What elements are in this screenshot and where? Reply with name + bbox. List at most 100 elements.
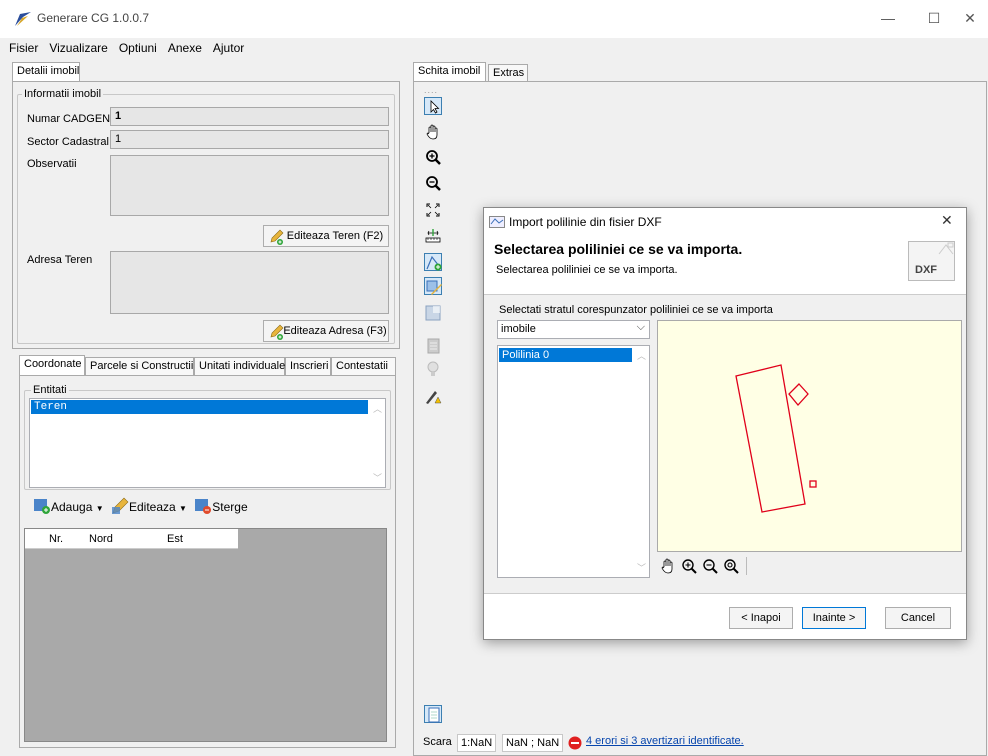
tab-contestatii[interactable]: Contestatii (331, 357, 396, 375)
menu-bar: Fisier Vizualizare Optiuni Anexe Ajutor (0, 38, 988, 60)
menu-optiuni[interactable]: Optiuni (113, 38, 162, 55)
dxf-window-icon (489, 216, 505, 228)
scroll-down-icon[interactable]: ﹀ (373, 471, 382, 484)
edit-adresa-button[interactable]: Editeaza Adresa (F3) (263, 320, 389, 342)
zoom-in-icon[interactable] (680, 557, 698, 575)
zoom-extent-icon[interactable] (424, 201, 442, 219)
entity-toolbar: Adauga ▼ Editeaza ▼ Sterge (33, 497, 248, 517)
pan-hand-icon[interactable] (424, 123, 442, 141)
error-icon (568, 736, 582, 750)
polyline-item[interactable]: Polilinia 0 (499, 348, 632, 362)
informatii-group-title: Informatii imobil (22, 88, 104, 100)
scroll-down-icon[interactable]: ﹀ (637, 561, 646, 574)
layer-select[interactable]: imobile ⌵ (497, 320, 650, 339)
dialog-close-button[interactable]: ✕ (941, 212, 953, 229)
edit-teren-label: Editeaza Teren (F2) (286, 230, 384, 242)
coords-readout: NaN ; NaN (502, 734, 564, 752)
parcel-diamond (788, 383, 809, 406)
polyline-list[interactable]: Polilinia 0 ︿ ﹀ (497, 345, 650, 578)
tab-unitati[interactable]: Unitati individuale (194, 357, 285, 375)
pointer-icon[interactable] (424, 97, 442, 115)
dxf-badge: DXF (908, 241, 955, 281)
zoom-out-icon[interactable] (701, 557, 719, 575)
tab-schita-imobil[interactable]: Schita imobil (413, 62, 486, 82)
dialog-heading: Selectarea poliliniei ce se va importa. (494, 241, 743, 257)
add-icon (34, 499, 50, 514)
cancel-button[interactable]: Cancel (885, 607, 951, 629)
chevron-down-icon: ▼ (95, 504, 104, 513)
delete-icon (195, 499, 212, 514)
scroll-up-icon[interactable]: ︿ (637, 349, 646, 362)
delete-label: Sterge (212, 500, 248, 514)
close-button[interactable]: ✕ (955, 8, 985, 28)
preview-tools (659, 557, 748, 577)
pencil-icon (270, 229, 284, 245)
polyline-preview (735, 364, 817, 513)
entitati-title: Entitati (31, 384, 69, 396)
title-bar: Generare CG 1.0.0.7 — ☐ ✕ (0, 0, 988, 38)
layer-disabled-icon[interactable] (424, 337, 442, 355)
dxf-badge-label: DXF (915, 264, 937, 276)
errors-link[interactable]: 4 erori si 3 avertizari identificate. (586, 735, 744, 747)
dialog-title: Import polilinie din fisier DXF (509, 215, 662, 229)
warning-wand-icon[interactable] (424, 387, 442, 405)
sector-cadastral-field[interactable]: 1 (110, 130, 389, 149)
page-icon[interactable] (424, 705, 442, 723)
observatii-field[interactable] (110, 155, 389, 216)
edit-teren-button[interactable]: Editeaza Teren (F2) (263, 225, 389, 247)
adresa-teren-field[interactable] (110, 251, 389, 314)
window-title: Generare CG 1.0.0.7 (37, 11, 150, 25)
tab-inscrieri[interactable]: Inscrieri (285, 357, 331, 375)
add-button[interactable]: Adauga ▼ (33, 497, 104, 515)
app-logo-icon (15, 12, 31, 26)
preview-canvas[interactable] (657, 320, 962, 552)
menu-anexe[interactable]: Anexe (162, 38, 207, 55)
entitati-list[interactable]: Teren ︿ ﹀ (29, 398, 386, 488)
edit-icon (111, 497, 129, 514)
next-button[interactable]: Inainte > (802, 607, 866, 629)
adresa-teren-label: Adresa Teren (27, 254, 93, 266)
tab-parcele[interactable]: Parcele si Constructii (85, 357, 194, 375)
chevron-down-icon: ⌵ (636, 321, 645, 333)
numar-cadgen-field[interactable]: 1 (110, 107, 389, 126)
scale-label: Scara (423, 736, 452, 748)
chevron-down-icon: ▼ (179, 504, 187, 513)
toolbar-separator (746, 557, 748, 575)
layer-icon[interactable] (424, 304, 442, 322)
pan-hand-icon[interactable] (659, 557, 677, 575)
minimize-button[interactable]: — (873, 8, 903, 28)
col-est[interactable]: Est (167, 529, 183, 549)
parcel-marker (809, 480, 817, 488)
delete-button[interactable]: Sterge (194, 497, 248, 515)
tab-extras[interactable]: Extras (488, 64, 528, 82)
zoom-extent-icon[interactable] (722, 557, 740, 575)
tab-detalii-imobil[interactable]: Detalii imobil (12, 62, 80, 82)
menu-fisier[interactable]: Fisier (0, 38, 43, 55)
entitati-item[interactable]: Teren (31, 400, 368, 414)
zoom-in-icon[interactable] (424, 149, 442, 167)
pencil-icon (270, 324, 284, 340)
edit-button[interactable]: Editeaza ▼ (111, 497, 187, 515)
zoom-out-icon[interactable] (424, 175, 442, 193)
edit-adresa-label: Editeaza Adresa (F3) (283, 325, 387, 337)
dxf-file-icon (938, 242, 954, 255)
tab-coordonate[interactable]: Coordonate (19, 355, 85, 375)
dialog-subheading: Selectarea poliliniei ce se va importa. (496, 264, 678, 276)
edit-polyline-icon[interactable] (424, 277, 442, 295)
menu-vizualizare[interactable]: Vizualizare (43, 38, 112, 55)
measure-icon[interactable] (424, 227, 442, 245)
toolbar-grip: .... (424, 85, 439, 95)
scroll-up-icon[interactable]: ︿ (373, 402, 382, 415)
scale-value: 1:NaN (457, 734, 497, 752)
draw-polyline-icon[interactable] (424, 253, 442, 271)
grid-header: Nr. Nord Est (25, 529, 238, 549)
col-nord[interactable]: Nord (89, 529, 113, 549)
layer-select-value: imobile (501, 323, 536, 335)
coordinates-grid[interactable]: Nr. Nord Est (24, 528, 387, 742)
bulb-icon[interactable] (424, 360, 442, 378)
observatii-label: Observatii (27, 158, 77, 170)
back-button[interactable]: < Inapoi (729, 607, 793, 629)
menu-ajutor[interactable]: Ajutor (207, 38, 249, 55)
maximize-button[interactable]: ☐ (919, 8, 949, 28)
col-nr[interactable]: Nr. (49, 529, 63, 549)
